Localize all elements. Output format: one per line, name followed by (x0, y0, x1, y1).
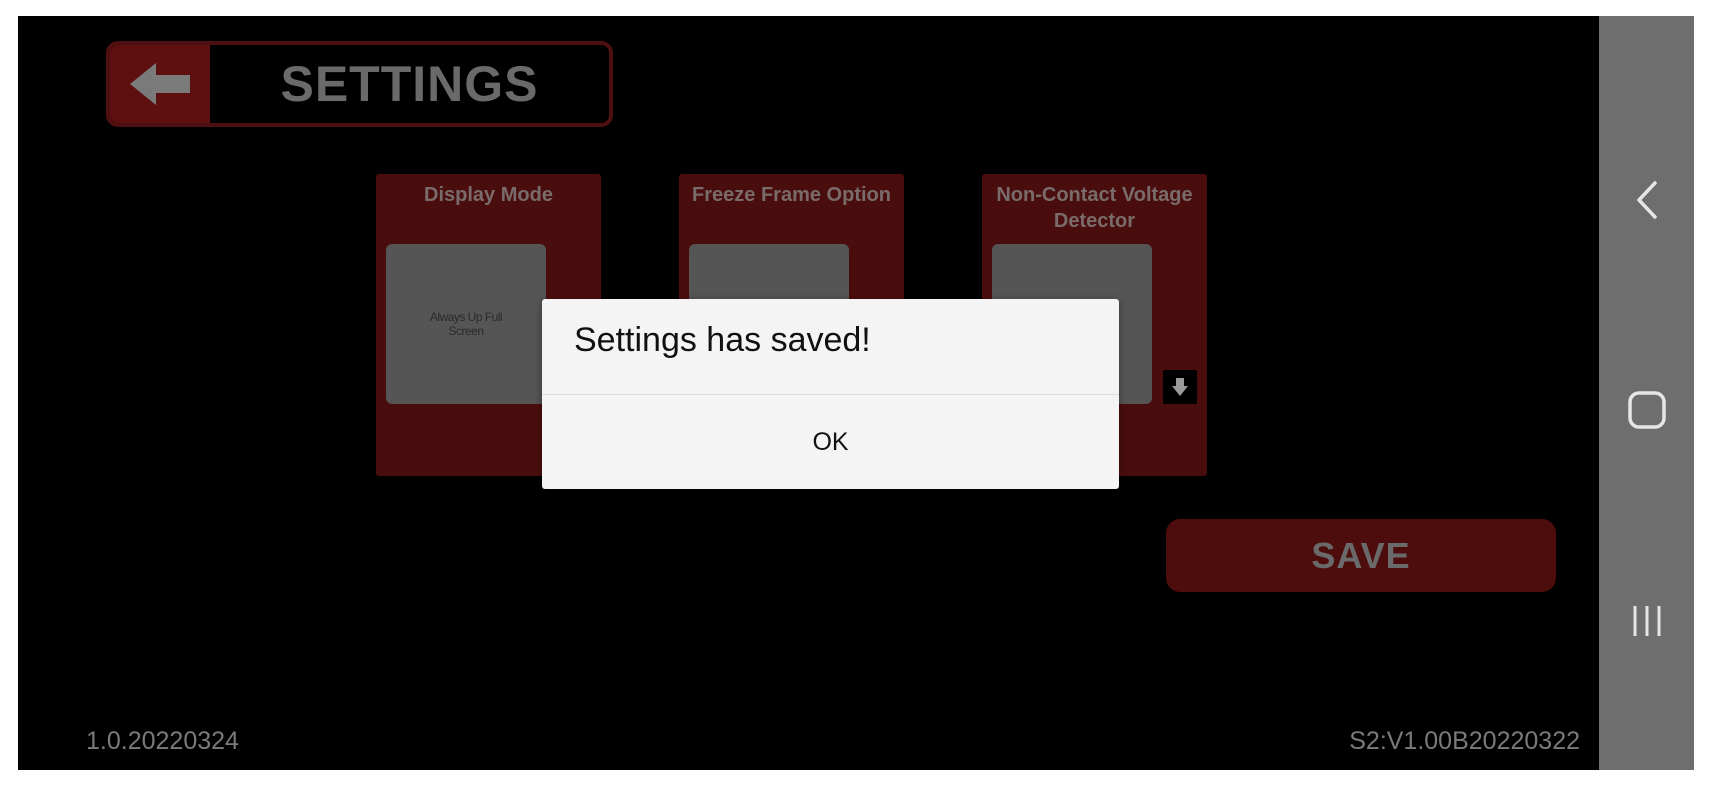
app-screen: SETTINGS Display Mode Always Up Full Scr… (18, 16, 1599, 770)
card-title: Display Mode (424, 184, 553, 206)
display-mode-preview[interactable]: Always Up Full Screen (386, 244, 546, 404)
ok-button[interactable]: OK (542, 395, 1119, 489)
back-button[interactable] (110, 45, 210, 123)
dropdown-button[interactable] (1163, 370, 1197, 404)
nav-recents-button[interactable] (1599, 581, 1694, 661)
saved-dialog: Settings has saved! OK (542, 299, 1119, 489)
save-button[interactable]: SAVE (1166, 519, 1556, 592)
card-title: Non-Contact Voltage Detector (996, 184, 1193, 232)
arrow-down-icon (1172, 378, 1188, 396)
page-title: SETTINGS (280, 56, 539, 112)
app-version: 1.0.20220324 (86, 727, 239, 755)
arrow-left-icon (130, 63, 190, 105)
firmware-version: S2:V1.00B20220322 (1349, 727, 1580, 755)
chevron-left-icon (1636, 181, 1657, 219)
preview-text: Always Up Full Screen (429, 310, 503, 338)
dialog-message: Settings has saved! (574, 321, 871, 359)
settings-header: SETTINGS (106, 41, 613, 127)
card-title: Freeze Frame Option (692, 184, 891, 206)
device-frame: SETTINGS Display Mode Always Up Full Scr… (18, 16, 1694, 770)
recents-bars-icon (1633, 606, 1660, 636)
system-navbar (1599, 16, 1694, 770)
nav-back-button[interactable] (1599, 160, 1694, 240)
nav-home-button[interactable] (1599, 370, 1694, 450)
home-square-icon (1627, 391, 1666, 429)
